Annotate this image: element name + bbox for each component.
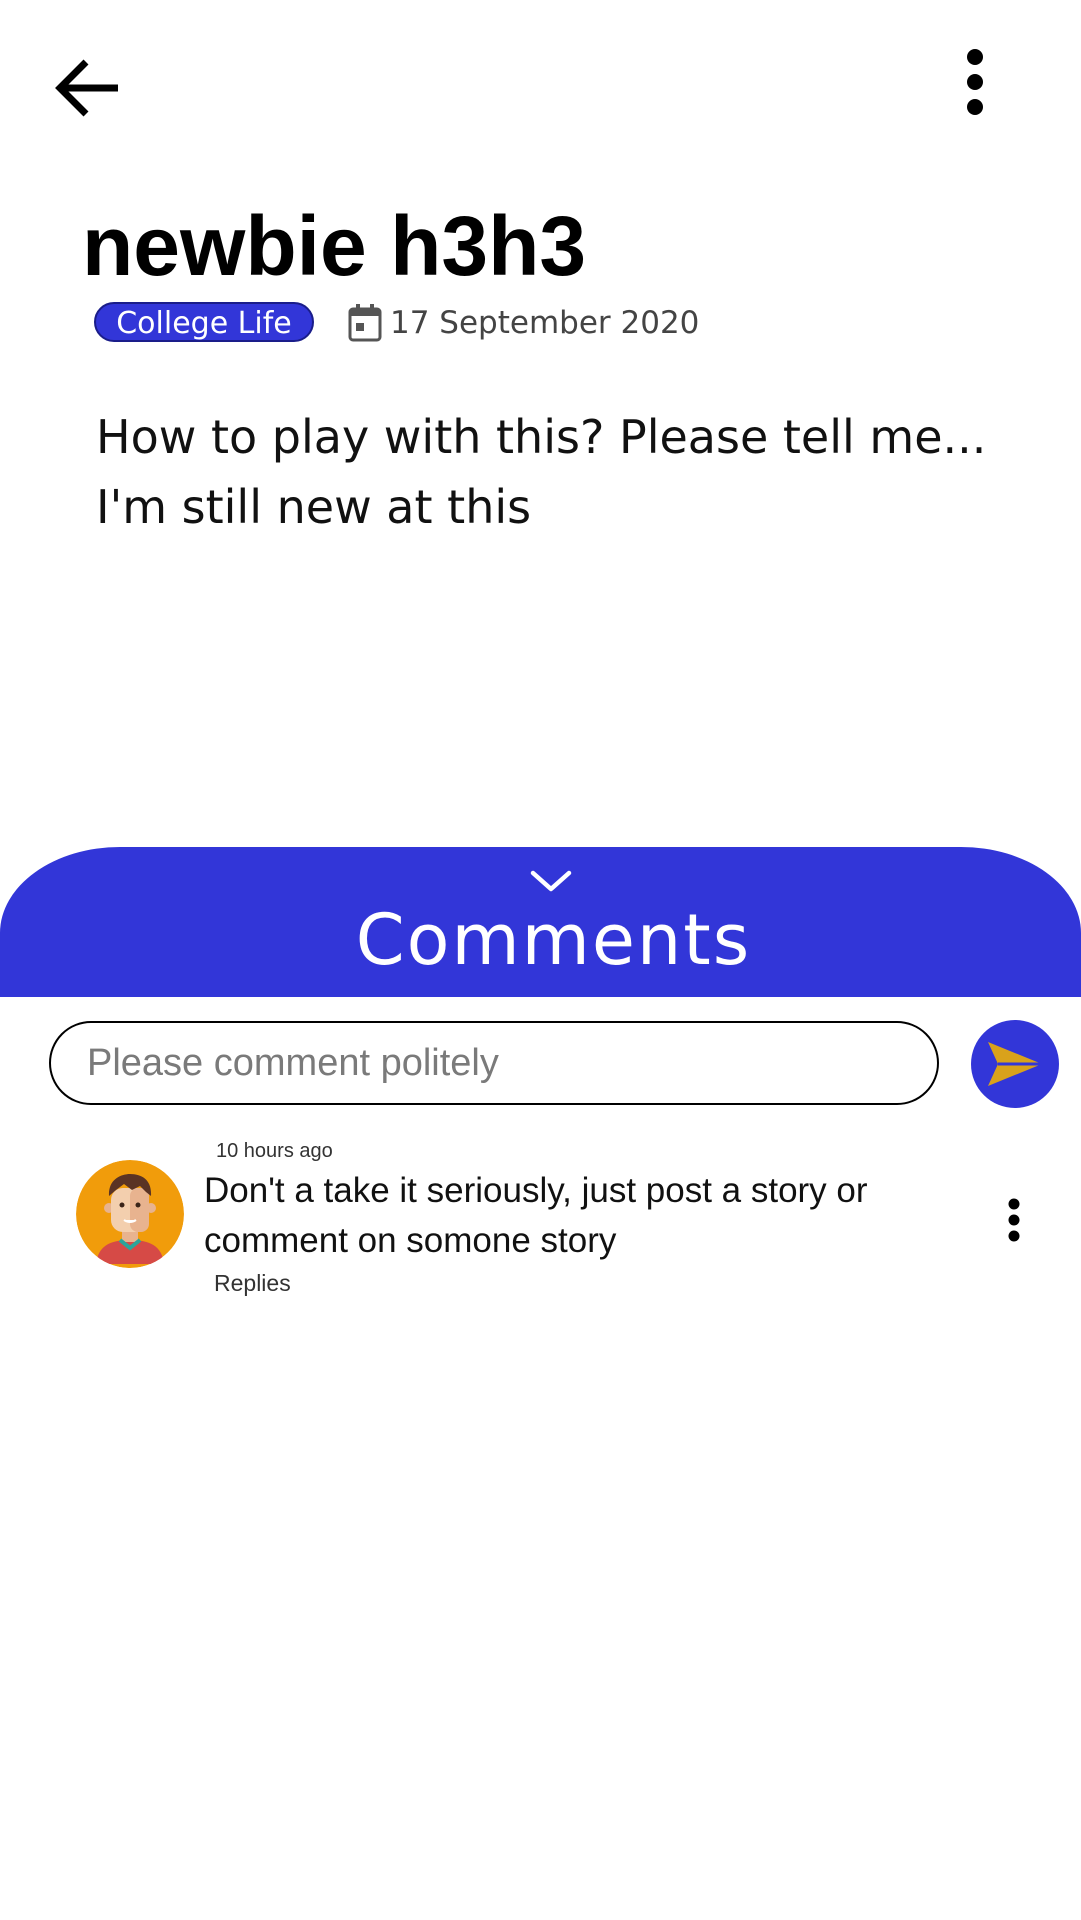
- comment-timestamp: 10 hours ago: [216, 1140, 333, 1162]
- post-title: newbie h3h3: [82, 199, 587, 293]
- comment-replies-link[interactable]: Replies: [214, 1270, 291, 1297]
- send-icon: [988, 1042, 1042, 1086]
- post-body-line: How to play with this? Please tell me...: [96, 410, 987, 464]
- more-vertical-icon: [1008, 1198, 1020, 1242]
- arrow-left-icon: [55, 59, 118, 117]
- more-vertical-icon: [967, 49, 983, 115]
- post-body: How to play with this? Please tell me...…: [96, 402, 1036, 542]
- chevron-down-icon: [530, 870, 572, 892]
- post-date-text: 17 September 2020: [390, 305, 700, 341]
- calendar-icon: [348, 304, 382, 342]
- back-button[interactable]: [40, 40, 136, 136]
- user-avatar-icon: [76, 1160, 184, 1268]
- comment-input[interactable]: [49, 1021, 939, 1105]
- comment-text: Don't a take it seriously, just post a s…: [204, 1171, 868, 1260]
- category-badge[interactable]: College Life: [94, 302, 314, 342]
- post-body-line: I'm still new at this: [96, 480, 532, 534]
- comments-title: Comments: [355, 899, 752, 981]
- comment-options-button[interactable]: [996, 1190, 1032, 1250]
- more-options-button[interactable]: [940, 36, 1010, 128]
- avatar[interactable]: [76, 1160, 184, 1268]
- send-comment-button[interactable]: [971, 1020, 1059, 1108]
- post-date: 17 September 2020: [348, 300, 699, 346]
